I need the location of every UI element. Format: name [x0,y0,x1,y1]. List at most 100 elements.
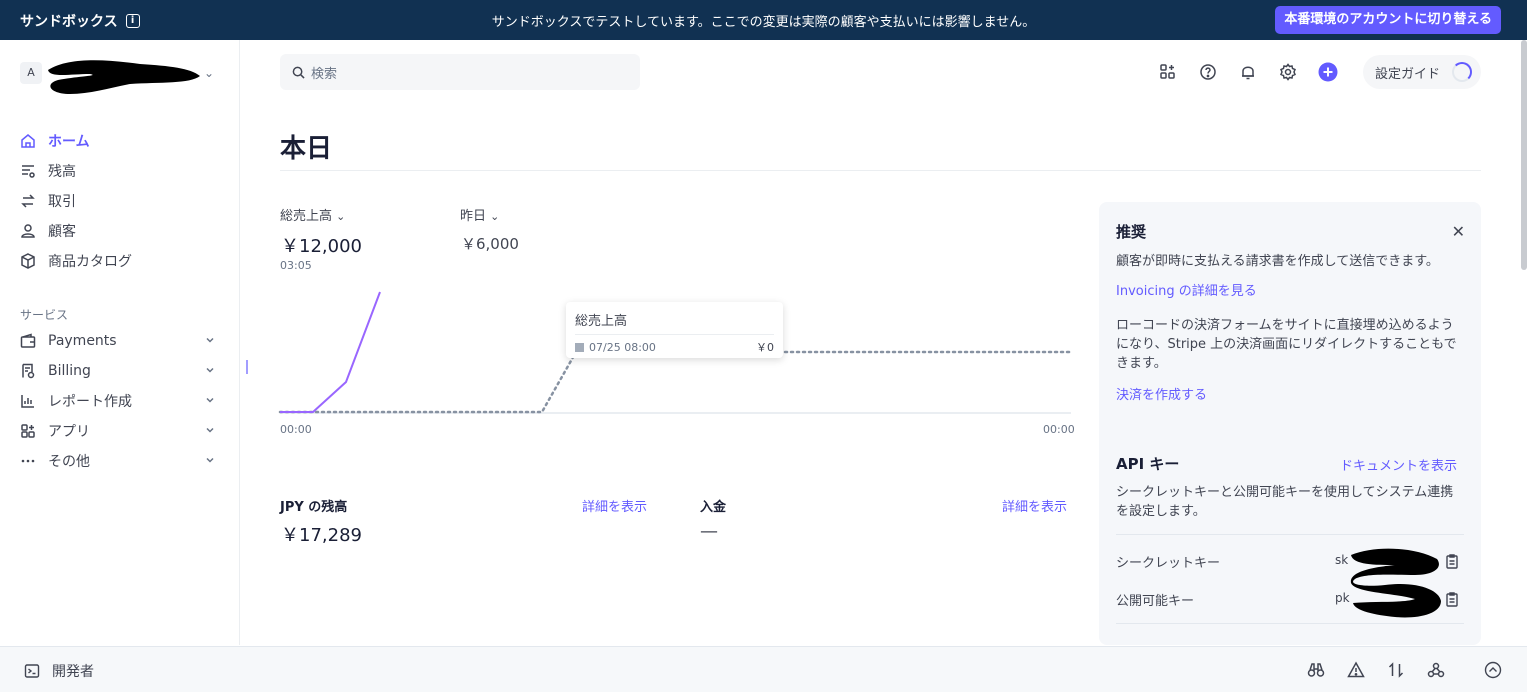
inspector-binoculars-icon[interactable] [1306,660,1326,680]
series-line-gross-volume [280,291,381,413]
recommendations-panel: 推奨 ✕ 顧客が即時に支払える請求書を作成して送信できます。 Invoicing… [1099,202,1481,645]
sidebar-item-payments[interactable]: Payments [20,326,220,356]
divider [1116,534,1464,535]
page-title: 本日 [280,134,333,164]
sandbox-banner: サンドボックス i サンドボックスでテストしています。ここでの変更は実際の顧客や… [0,0,1527,40]
notification-bell-icon[interactable] [1236,60,1260,84]
sidebar-item-product-catalog[interactable]: 商品カタログ [20,246,220,276]
copy-icon[interactable] [1445,591,1459,607]
wallet-icon [20,333,36,348]
sidebar-item-label: 顧客 [48,224,76,240]
balance-details-link[interactable]: 詳細を表示 [582,496,647,515]
redaction-mark [48,60,200,94]
search-input[interactable]: 検索 [280,54,640,90]
webhooks-icon[interactable] [1426,660,1446,680]
redaction-mark [1350,548,1441,618]
warning-icon[interactable] [1346,660,1366,680]
search-placeholder: 検索 [311,66,338,82]
gross-volume-selector[interactable]: 総売上高 ⌄ [280,205,345,224]
legend-swatch [575,342,584,352]
divider [1116,623,1464,624]
gross-volume-time: 03:05 [280,259,312,272]
divider [280,170,1481,171]
customer-icon [21,224,35,238]
main-nav: ホーム 残高 取引 顧客 商品カタログ [20,126,220,276]
chevron-down-icon [206,337,214,343]
chevron-down-icon [206,427,214,433]
add-app-icon[interactable] [1156,60,1180,84]
search-icon [292,66,305,79]
sidebar-item-label: ホーム [48,134,90,150]
sidebar-item-transactions[interactable]: 取引 [20,186,220,216]
sidebar-item-balance[interactable]: 残高 [20,156,220,186]
developer-label: 開発者 [52,664,94,680]
x-tick-label: 00:00 [280,423,312,436]
secret-key-label: シークレットキー [1116,556,1221,571]
gear-icon[interactable] [1276,60,1300,84]
scrollbar[interactable] [1521,40,1527,270]
close-icon[interactable]: ✕ [1452,222,1465,241]
x-tick-label: 00:00 [1043,423,1075,436]
balance-label: JPY の残高 [280,500,348,515]
box-icon [21,253,35,269]
compare-period-label: 昨日 [460,209,487,224]
recommendation-text: ローコードの決済フォームをサイトに直接埋め込めるようになり、Stripe 上の決… [1116,318,1457,371]
setup-guide-button[interactable]: 設定ガイド [1363,55,1481,89]
sidebar-item-billing[interactable]: Billing [20,356,220,386]
compare-period-selector[interactable]: 昨日 ⌄ [460,205,499,224]
balance-icon [22,165,35,178]
payout-value: — [700,521,718,542]
terminal-icon [24,664,40,678]
home-icon [21,134,35,148]
sidebar-item-more[interactable]: その他 [20,446,220,476]
developer-tools [1306,660,1446,680]
setup-guide-label: 設定ガイド [1375,66,1441,82]
sidebar-item-label: 残高 [48,164,76,180]
tooltip-value: ￥0 [756,341,774,354]
create-payment-link[interactable]: 決済を作成する [1116,384,1207,403]
transactions-icon [21,194,35,208]
sidebar-item-reports[interactable]: レポート作成 [20,386,220,416]
chart-icon [21,395,34,408]
sidebar: A ⌄ ホーム 残高 取引 顧客 商品カタログ サービス Payments Bi… [0,40,240,645]
chevron-down-icon: ⌄ [336,210,346,223]
api-description: シークレットキーと公開可能キーを使用してシステム連携を設定します。 [1116,485,1454,519]
more-icon [21,459,35,463]
copy-icon[interactable] [1445,553,1459,569]
account-avatar: A [20,62,42,84]
billing-icon [22,363,35,379]
chart-tooltip: 総売上高 07/25 08:00 ￥0 [566,302,783,358]
payout-details-link[interactable]: 詳細を表示 [1002,496,1067,515]
series-line-yesterday [278,350,1073,414]
help-icon[interactable] [1196,60,1220,84]
dashboard-root: サンドボックス i サンドボックスでテストしています。ここでの変更は実際の顧客や… [0,0,1527,692]
account-switcher[interactable]: A ⌄ [20,60,220,94]
sidebar-item-label: Billing [48,363,91,379]
balance-value: ￥17,289 [281,525,362,546]
progress-ring-icon [1452,62,1473,82]
gross-volume-value: ￥12,000 [281,236,362,257]
invoicing-link[interactable]: Invoicing の詳細を見る [1116,280,1257,299]
sidebar-item-home[interactable]: ホーム [20,126,220,156]
sidebar-item-apps[interactable]: アプリ [20,416,220,446]
switch-to-live-button[interactable]: 本番環境のアカウントに切り替える [1275,6,1501,34]
chevron-up-icon[interactable] [1484,661,1502,679]
services-nav: Payments Billing レポート作成 アプリ その他 [20,326,220,476]
sidebar-item-label: レポート作成 [48,394,132,410]
publishable-key-label: 公開可能キー [1116,594,1195,609]
tooltip-time: 07/25 08:00 [589,340,656,354]
recommendation-text: 顧客が即時に支払える請求書を作成して送信できます。 [1116,254,1439,269]
chevron-down-icon: ⌄ [490,210,500,223]
tooltip-title: 総売上高 [575,310,774,335]
create-plus-icon[interactable] [1316,60,1340,84]
sidebar-item-label: その他 [48,454,90,470]
api-docs-link[interactable]: ドキュメントを表示 [1340,455,1457,474]
developer-toggle[interactable]: 開発者 [24,661,94,681]
gross-volume-label: 総売上高 [280,209,333,224]
sort-arrows-icon[interactable] [1386,660,1406,680]
api-keys-title: API キー [1116,455,1180,473]
chevron-down-icon: ⌄ [203,66,214,80]
chevron-down-icon [206,367,214,373]
apps-icon [21,424,35,438]
sidebar-item-customers[interactable]: 顧客 [20,216,220,246]
